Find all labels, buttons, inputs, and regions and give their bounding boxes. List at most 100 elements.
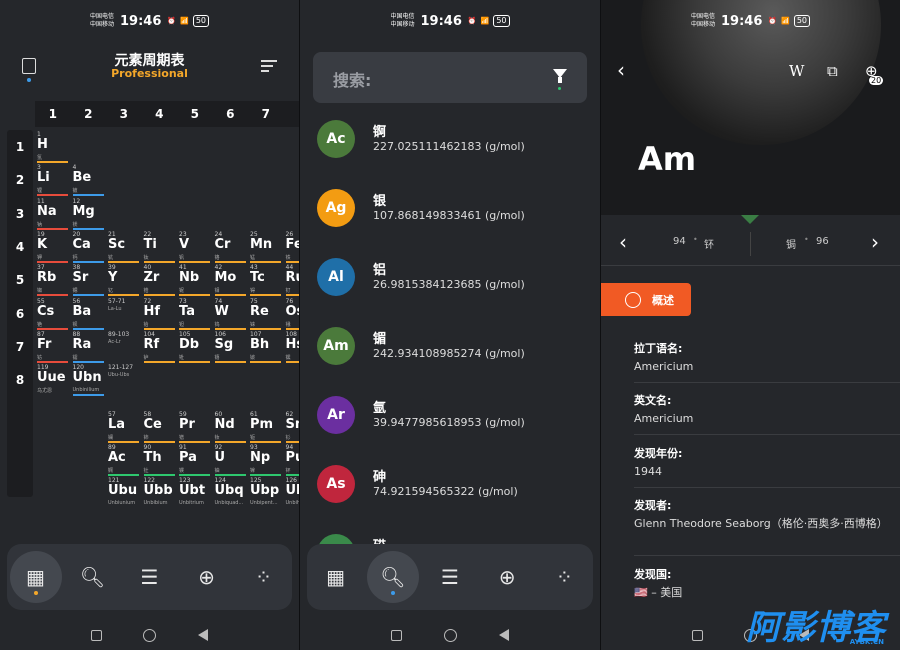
element-cell[interactable]: 4 Be 铍 [72,164,106,197]
list-item[interactable]: As 砷 74.921594565322 (g/mol) [317,463,587,513]
list-item[interactable]: Ar 氩 39.9477985618953 (g/mol) [317,394,587,444]
element-cell[interactable]: 108Hs𬭶 [285,331,299,363]
recents-button[interactable] [391,629,402,641]
tab-list[interactable]: ☰ [124,551,176,603]
element-cell[interactable]: 1H氢 [36,131,70,163]
element-symbol: Ru [285,270,300,286]
element-cell[interactable]: 72 Hf 铪 [143,298,177,330]
element-cell[interactable]: 22 Ti 钛 [143,231,177,263]
element-cell[interactable]: 87 Fr 钫 [36,331,70,363]
element-cell[interactable]: 24 Cr 铬 [214,231,248,263]
element-cell[interactable]: 105 Db 𬭊 [178,331,212,363]
element-cell[interactable]: 125 Ubp Unbipent... [249,477,283,509]
element-cell[interactable]: 26 Fe 铁 [285,231,299,263]
element-cell[interactable]: 121-127 Ubu-Ubs [107,364,141,396]
element-cell[interactable]: 126UbhUnbihex... [285,477,300,509]
info-key: 拉丁语名: [634,342,683,355]
list-item[interactable]: Al 铝 26.9815384123685 (g/mol) [317,256,587,306]
element-cell[interactable]: 124 Ubq Unbiquad... [214,477,248,509]
element-cell[interactable]: 90 Th 钍 [143,444,177,477]
back-button[interactable] [198,629,209,641]
tab-table[interactable]: ▦ [310,551,362,603]
element-cell[interactable]: 57 La 镧 [107,411,141,443]
element-cell[interactable]: 92 U 铀 [214,444,248,477]
element-cell[interactable]: 106 Sg 𬭳 [214,331,248,363]
home-button[interactable] [143,628,157,642]
tab-overview[interactable]: 概述 [601,283,691,316]
next-arrow-icon[interactable]: › [871,230,879,254]
next-element-number[interactable]: 96 [816,236,829,247]
element-cell[interactable]: 59 Pr 镨 [178,411,212,443]
element-cell[interactable]: 88 Ra 镭 [72,331,106,363]
element-cell[interactable]: 89 Ac 锕 [107,444,141,477]
element-cell[interactable]: 61 Pm 钷 [249,411,283,443]
element-cell[interactable]: 74 W 钨 [214,298,248,330]
element-symbol: Os [285,303,300,319]
element-cell[interactable]: 11 Na 钠 [36,198,70,230]
element-cell[interactable]: 37 Rb 铷 [36,264,70,297]
watermark-domain: AYBK.CN [849,638,884,646]
element-cell[interactable]: 41 Nb 铌 [178,264,212,297]
element-cell[interactable]: 42 Mo 钼 [214,264,248,297]
carrier-1: 中国电信 [690,13,715,20]
element-cell[interactable]: 104 Rf 𬬻 [143,331,177,363]
element-cell[interactable]: 12 Mg 镁 [72,198,106,230]
tab-table[interactable]: ▦ [9,551,62,603]
element-cell[interactable]: 60 Nd 钕 [214,411,248,443]
tab-search[interactable]: 🔍︎ [366,551,419,603]
tab-more[interactable]: ⁘ [538,551,590,603]
home-button[interactable] [444,628,457,642]
element-cell[interactable]: 56 Ba 钡 [72,298,106,330]
prev-arrow-icon[interactable]: ‹ [619,230,627,254]
list-item[interactable]: Ag 银 107.868149833461 (g/mol) [317,187,587,237]
element-cell[interactable]: 121 Ubu Unbiunium [107,477,141,509]
element-cell[interactable]: 19 K 钾 [36,231,70,263]
element-cell[interactable]: 122 Ubb Unbibium [143,477,177,509]
element-cell[interactable]: 119 Uue 乌尤恩 [36,364,70,396]
element-cell[interactable]: 55 Cs 铯 [36,298,70,330]
element-cell[interactable]: 21 Sc 钪 [107,231,141,263]
element-cell[interactable]: 91 Pa 镤 [178,444,212,477]
element-cell[interactable]: 75 Re 铼 [249,298,283,330]
element-symbol: Mg [72,203,95,219]
element-cell[interactable]: 23 V 钒 [178,231,212,263]
next-element-name[interactable]: 锔 [786,236,796,251]
back-arrow-icon[interactable]: ‹ [617,58,625,82]
tab-search[interactable]: 🔍︎ [67,551,119,603]
element-cell[interactable]: 38 Sr 锶 [72,264,106,297]
element-cell[interactable]: 94Pu钚 [285,444,299,477]
element-symbol: Ubh [285,483,300,499]
search-input[interactable]: 搜索: [313,52,587,103]
list-item[interactable]: Am 镅 242.934108985274 (g/mol) [317,325,587,375]
list-item[interactable]: Ac 锕 227.025111462183 (g/mol) [317,118,587,168]
element-cell[interactable]: 57-71 La-Lu [107,298,141,330]
element-cell[interactable]: 93 Np 镎 [249,444,283,477]
element-cell[interactable]: 44Ru钌 [285,264,300,297]
element-cell[interactable]: 3 Li 锂 [36,164,70,197]
prev-element-name[interactable]: 钚 [704,236,714,251]
element-cell[interactable]: 107 Bh 𬭛 [249,331,283,363]
recents-button[interactable] [90,629,102,641]
prev-element-number[interactable]: 94 [673,236,686,247]
element-cell[interactable]: 20 Ca 钙 [72,231,106,263]
tab-list[interactable]: ☰ [424,551,476,603]
element-cell[interactable]: 62Sm钐 [285,411,299,443]
element-name: 铷 [37,288,43,295]
element-cell[interactable]: 120 Ubn Unbinilium [72,364,106,397]
element-cell[interactable]: 58 Ce 铈 [143,411,177,443]
element-cell[interactable]: 123 Ubt Unbitrium [178,477,212,509]
tab-calculator[interactable]: ⊕ [181,551,233,603]
sort-icon[interactable] [261,60,277,75]
element-cell[interactable]: 89-103 Ac-Lr [107,331,141,363]
wikipedia-icon[interactable]: W [789,62,804,80]
element-cell[interactable]: 76Os锇 [285,298,300,330]
back-button[interactable] [499,629,509,641]
element-cell[interactable]: 39 Y 钇 [107,264,141,297]
tab-more[interactable]: ⁘ [238,551,290,603]
element-cell[interactable]: 43 Tc 锝 [249,264,283,297]
tab-calculator[interactable]: ⊕ [481,551,533,603]
element-cell[interactable]: 73 Ta 钽 [178,298,212,330]
element-cell[interactable]: 25 Mn 锰 [249,231,283,263]
element-cell[interactable]: 40 Zr 锆 [143,264,177,297]
crop-icon[interactable]: ⧉ [827,62,838,80]
